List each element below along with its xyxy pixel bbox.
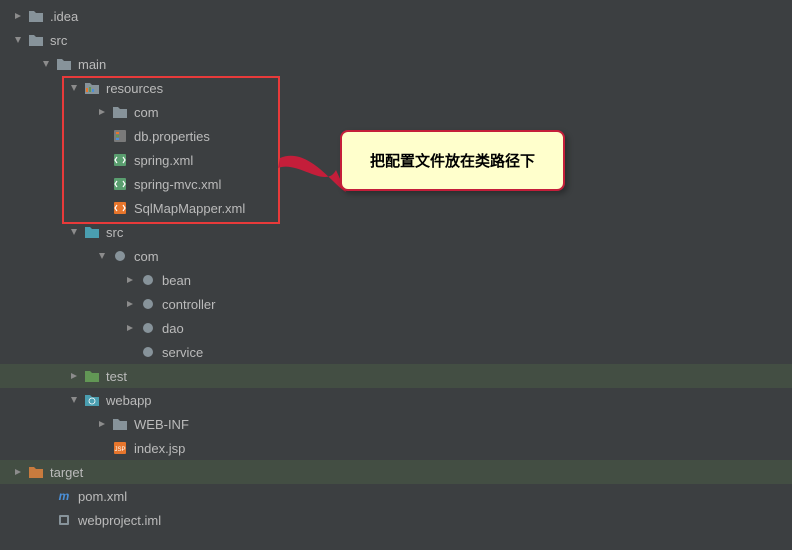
expand-arrow-icon[interactable]: [96, 250, 108, 262]
tree-label: SqlMapMapper.xml: [134, 201, 245, 216]
project-tree: .idea src main resources com db.properti…: [0, 0, 792, 532]
collapse-arrow-icon[interactable]: [96, 106, 108, 118]
collapse-arrow-icon[interactable]: [124, 298, 136, 310]
package-icon: [140, 296, 156, 312]
collapse-arrow-icon[interactable]: [12, 10, 24, 22]
tree-row-sqlmap-xml[interactable]: SqlMapMapper.xml: [0, 196, 792, 220]
tree-label: resources: [106, 81, 163, 96]
resources-folder-icon: [84, 80, 100, 96]
tree-row-webproject-iml[interactable]: webproject.iml: [0, 508, 792, 532]
svg-text:JSP: JSP: [114, 447, 125, 453]
collapse-arrow-icon[interactable]: [12, 466, 24, 478]
folder-icon: [56, 56, 72, 72]
svg-text:m: m: [59, 489, 70, 503]
source-folder-icon: [84, 224, 100, 240]
tree-label: webproject.iml: [78, 513, 161, 528]
maven-file-icon: m: [56, 488, 72, 504]
xml-file-icon: [112, 200, 128, 216]
tree-label: service: [162, 345, 203, 360]
tree-label: controller: [162, 297, 215, 312]
tree-label: db.properties: [134, 129, 210, 144]
tree-label: com: [134, 105, 159, 120]
tree-row-dao[interactable]: dao: [0, 316, 792, 340]
expand-arrow-icon[interactable]: [12, 34, 24, 46]
tree-row-target[interactable]: target: [0, 460, 792, 484]
jsp-file-icon: JSP: [112, 440, 128, 456]
tree-row-webapp[interactable]: webapp: [0, 388, 792, 412]
tree-row-resources[interactable]: resources: [0, 76, 792, 100]
tree-label: index.jsp: [134, 441, 185, 456]
folder-icon: [28, 8, 44, 24]
spring-xml-file-icon: [112, 152, 128, 168]
tree-row-test[interactable]: test: [0, 364, 792, 388]
tree-label: .idea: [50, 9, 78, 24]
collapse-arrow-icon[interactable]: [68, 370, 80, 382]
folder-icon: [112, 104, 128, 120]
tree-label: src: [50, 33, 67, 48]
tree-row-index-jsp[interactable]: JSP index.jsp: [0, 436, 792, 460]
package-icon: [112, 248, 128, 264]
folder-icon: [112, 416, 128, 432]
tree-label: dao: [162, 321, 184, 336]
tree-row-pom-xml[interactable]: m pom.xml: [0, 484, 792, 508]
tree-label: WEB-INF: [134, 417, 189, 432]
package-icon: [140, 320, 156, 336]
target-folder-icon: [28, 464, 44, 480]
collapse-arrow-icon[interactable]: [124, 322, 136, 334]
web-folder-icon: [84, 392, 100, 408]
properties-file-icon: [112, 128, 128, 144]
tree-row-service[interactable]: service: [0, 340, 792, 364]
tree-row-src2[interactable]: src: [0, 220, 792, 244]
tree-label: spring.xml: [134, 153, 193, 168]
tree-row-src[interactable]: src: [0, 28, 792, 52]
tree-label: pom.xml: [78, 489, 127, 504]
collapse-arrow-icon[interactable]: [124, 274, 136, 286]
collapse-arrow-icon[interactable]: [96, 418, 108, 430]
annotation-callout: 把配置文件放在类路径下: [340, 130, 565, 191]
tree-label: src: [106, 225, 123, 240]
tree-row-com[interactable]: com: [0, 100, 792, 124]
expand-arrow-icon[interactable]: [68, 82, 80, 94]
tree-row-com2[interactable]: com: [0, 244, 792, 268]
tree-label: target: [50, 465, 83, 480]
package-icon: [140, 272, 156, 288]
iml-file-icon: [56, 512, 72, 528]
tree-row-idea[interactable]: .idea: [0, 4, 792, 28]
expand-arrow-icon[interactable]: [40, 58, 52, 70]
spring-xml-file-icon: [112, 176, 128, 192]
tree-label: webapp: [106, 393, 152, 408]
tree-row-controller[interactable]: controller: [0, 292, 792, 316]
expand-arrow-icon[interactable]: [68, 394, 80, 406]
test-folder-icon: [84, 368, 100, 384]
tree-label: bean: [162, 273, 191, 288]
tree-label: test: [106, 369, 127, 384]
tree-label: com: [134, 249, 159, 264]
folder-icon: [28, 32, 44, 48]
callout-text: 把配置文件放在类路径下: [370, 153, 535, 170]
tree-label: main: [78, 57, 106, 72]
expand-arrow-icon[interactable]: [68, 226, 80, 238]
tree-row-webinf[interactable]: WEB-INF: [0, 412, 792, 436]
tree-row-bean[interactable]: bean: [0, 268, 792, 292]
tree-row-main[interactable]: main: [0, 52, 792, 76]
package-icon: [140, 344, 156, 360]
tree-label: spring-mvc.xml: [134, 177, 221, 192]
